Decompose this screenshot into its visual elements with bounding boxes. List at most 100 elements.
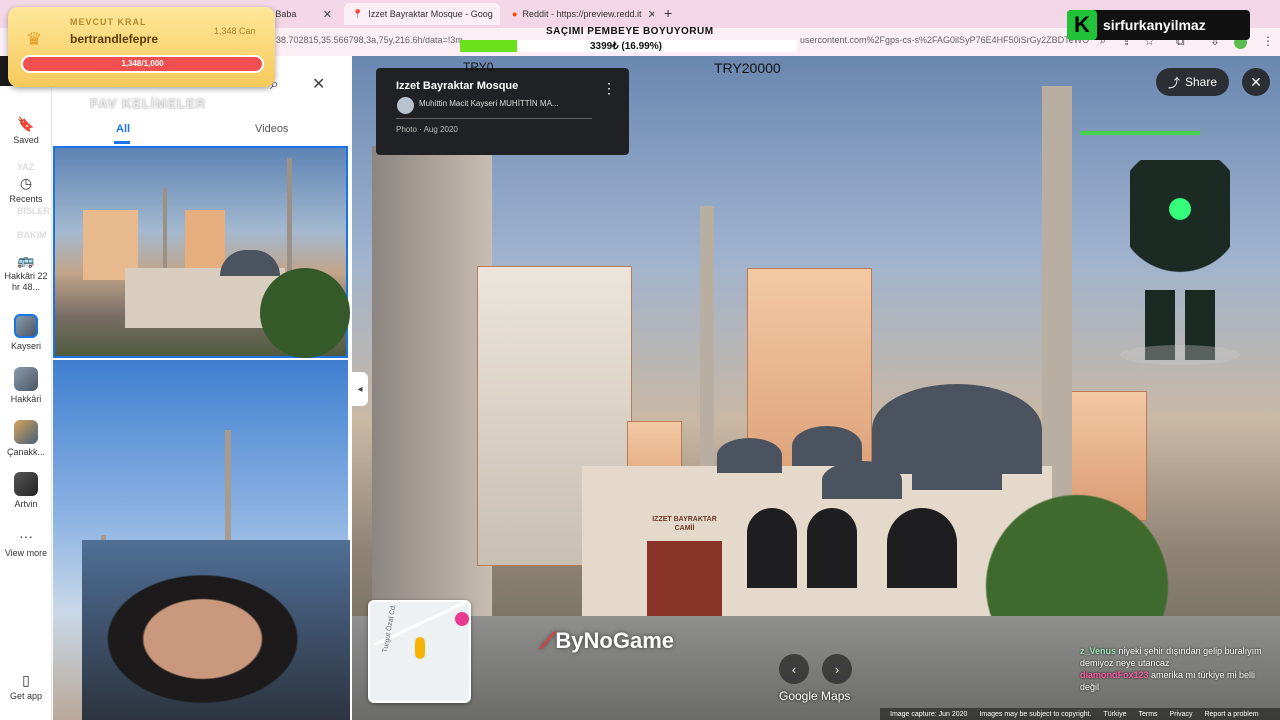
browser-tab-active[interactable]: 📍 Izzet Bayraktar Mosque - Goog✕: [344, 3, 500, 25]
rail-item-saved[interactable]: 🔖 Saved: [0, 116, 52, 145]
pet-health-bar: [1080, 131, 1200, 135]
chat-message: z_Venus niyeki şehir dışından gelip bura…: [1080, 645, 1270, 669]
reddit-icon: ●: [512, 9, 518, 19]
dome-shape: [822, 461, 902, 499]
king-health-text: 1,348/1,000: [121, 59, 164, 68]
king-label: MEVCUT KRAL: [70, 17, 147, 27]
close-icon[interactable]: ✕: [312, 74, 325, 94]
copyright-note: Images may be subject to copyright.: [979, 710, 1092, 718]
fav-words-title: FAV KELİMELER: [90, 96, 207, 111]
terms-link[interactable]: Terms: [1138, 711, 1157, 718]
kick-logo-icon: K: [1067, 10, 1097, 40]
tab-all-indicator: [114, 141, 130, 144]
minimap[interactable]: Turgut Özal Cd.: [368, 600, 471, 703]
close-tab-icon[interactable]: ✕: [317, 8, 332, 21]
region-link[interactable]: Türkiye: [1104, 711, 1127, 718]
report-problem-link[interactable]: Report a problem: [1204, 711, 1258, 718]
rail-item-canakkale[interactable]: Çanakk...: [0, 420, 52, 457]
chat-message: diamondFox123 amerika mı türkiye mi bell…: [1080, 669, 1270, 693]
bynogame-logo-icon: ⟋: [540, 628, 556, 653]
creature-shadow: [1120, 345, 1240, 365]
minaret-shape: [700, 206, 714, 506]
photo-info-card: Izzet Bayraktar Mosque Muhittin Macit Ka…: [376, 68, 629, 155]
building-shape: [372, 146, 492, 616]
bus-icon: 🚌: [17, 252, 35, 268]
place-marker-icon: [455, 612, 469, 626]
rail-item-kayseri[interactable]: Kayseri: [0, 314, 52, 351]
rail-label: Hakkâri: [10, 394, 42, 404]
tab-videos[interactable]: Videos: [255, 123, 288, 135]
rail-item-hakkari[interactable]: Hakkâri: [0, 367, 52, 404]
next-photo-button[interactable]: ›: [822, 654, 852, 684]
maps-footer: Image capture: Jun 2020 Images may be su…: [880, 708, 1280, 720]
streamer-webcam: [82, 540, 350, 720]
place-thumbnail: [14, 472, 38, 496]
share-label: Share: [1184, 75, 1218, 89]
url-text: usercontent.com%2Fgps-cs-s%2FAG0ilSyP76E…: [800, 35, 1090, 45]
place-thumbnail: [14, 420, 38, 444]
sign-text: CAMİİ: [674, 525, 695, 532]
close-tab-icon[interactable]: ✕: [642, 8, 655, 21]
rail-item-get-app[interactable]: ▯ Get app: [0, 672, 52, 701]
privacy-link[interactable]: Privacy: [1170, 711, 1193, 718]
rail-label: Artvin: [14, 499, 38, 509]
more-options-icon[interactable]: ⋮: [602, 80, 616, 97]
arch-window: [887, 508, 957, 588]
collapse-panel-button[interactable]: ◂: [352, 372, 368, 406]
king-health-bar: 1,348/1,000: [21, 55, 264, 73]
google-maps-logo: Google Maps: [779, 689, 851, 703]
arch-window: [747, 508, 797, 588]
place-title[interactable]: Izzet Bayraktar Mosque: [396, 80, 518, 92]
image-capture-date: Image capture: Jun 2020: [890, 710, 968, 718]
street-label: Turgut Özal Cd.: [382, 603, 398, 654]
fav-side-word: BAKIM: [17, 230, 47, 240]
rail-item-artvin[interactable]: Artvin: [0, 472, 52, 509]
menu-dots-icon[interactable]: ⋮: [1262, 34, 1274, 48]
mosque-sign: IZZET BAYRAKTAR CAMİİ: [652, 515, 717, 533]
minaret-shape: [163, 188, 167, 278]
tab-label: Izzet Bayraktar Mosque - Goog: [368, 9, 493, 19]
fav-side-words: YAZ BİSLER BAKIM: [17, 155, 50, 247]
close-tab-icon[interactable]: ✕: [493, 8, 500, 21]
crown-icon: ♛: [26, 29, 43, 49]
creature-body: [1130, 160, 1230, 300]
rail-item-hakkari-trip[interactable]: 🚌 Hakkâri 22 hr 48...: [0, 252, 52, 293]
dome-shape: [792, 426, 862, 466]
more-dots-icon: ···: [19, 528, 33, 544]
rail-label: Çanakk...: [6, 447, 46, 457]
rail-item-view-more[interactable]: ··· View more: [0, 528, 52, 559]
phone-icon: ▯: [22, 672, 30, 688]
chat-username: z_Venus: [1080, 646, 1117, 656]
place-thumbnail: [14, 367, 38, 391]
king-name: bertrandlefepre: [70, 32, 159, 46]
pet-creature: [1110, 150, 1250, 365]
donation-goal: SAÇIMI PEMBEYE BOYUYORUM 3399₺ (16.99%): [460, 26, 797, 54]
browser-tab[interactable]: ● Reddit - https://preview.redd.it ✕: [504, 3, 654, 25]
share-button[interactable]: ⤴ Share: [1156, 68, 1229, 96]
maps-pin-icon: 📍: [352, 8, 364, 19]
place-thumbnail: [14, 314, 38, 338]
close-viewer-button[interactable]: ✕: [1242, 68, 1270, 96]
author-name[interactable]: Muhittin Macit Kayseri MUHİTTİN MA...: [419, 99, 559, 108]
goal-text: 3399₺ (16.99%): [590, 41, 662, 52]
channel-name: sirfurkanyilmaz: [1103, 17, 1206, 33]
photo-thumbnail-selected[interactable]: [53, 146, 350, 358]
arch-window: [807, 508, 857, 588]
fav-side-word: YAZ: [17, 162, 35, 172]
tab-all[interactable]: All: [116, 123, 130, 135]
new-tab-button[interactable]: +: [664, 5, 672, 21]
stream-chat: z_Venus niyeki şehir dışından gelip bura…: [1080, 645, 1270, 693]
channel-badge: K sirfurkanyilmaz: [1067, 10, 1250, 40]
dome-shape: [220, 250, 280, 276]
rail-label: View more: [4, 548, 48, 558]
mosque-door: [647, 541, 722, 621]
previous-photo-button[interactable]: ‹: [779, 654, 809, 684]
fav-side-word: BİSLER: [17, 206, 51, 216]
photo-meta: Photo · Aug 2020: [396, 125, 458, 134]
king-widget: ♛ MEVCUT KRAL bertrandlefepre 1,348 Can: [8, 7, 275, 87]
rail-label: Get app: [9, 691, 43, 701]
divider: [396, 118, 592, 119]
rail-label: Kayseri: [10, 341, 41, 351]
bookmark-icon: 🔖: [17, 116, 35, 132]
watermark-text: ByNoGame: [555, 628, 674, 653]
